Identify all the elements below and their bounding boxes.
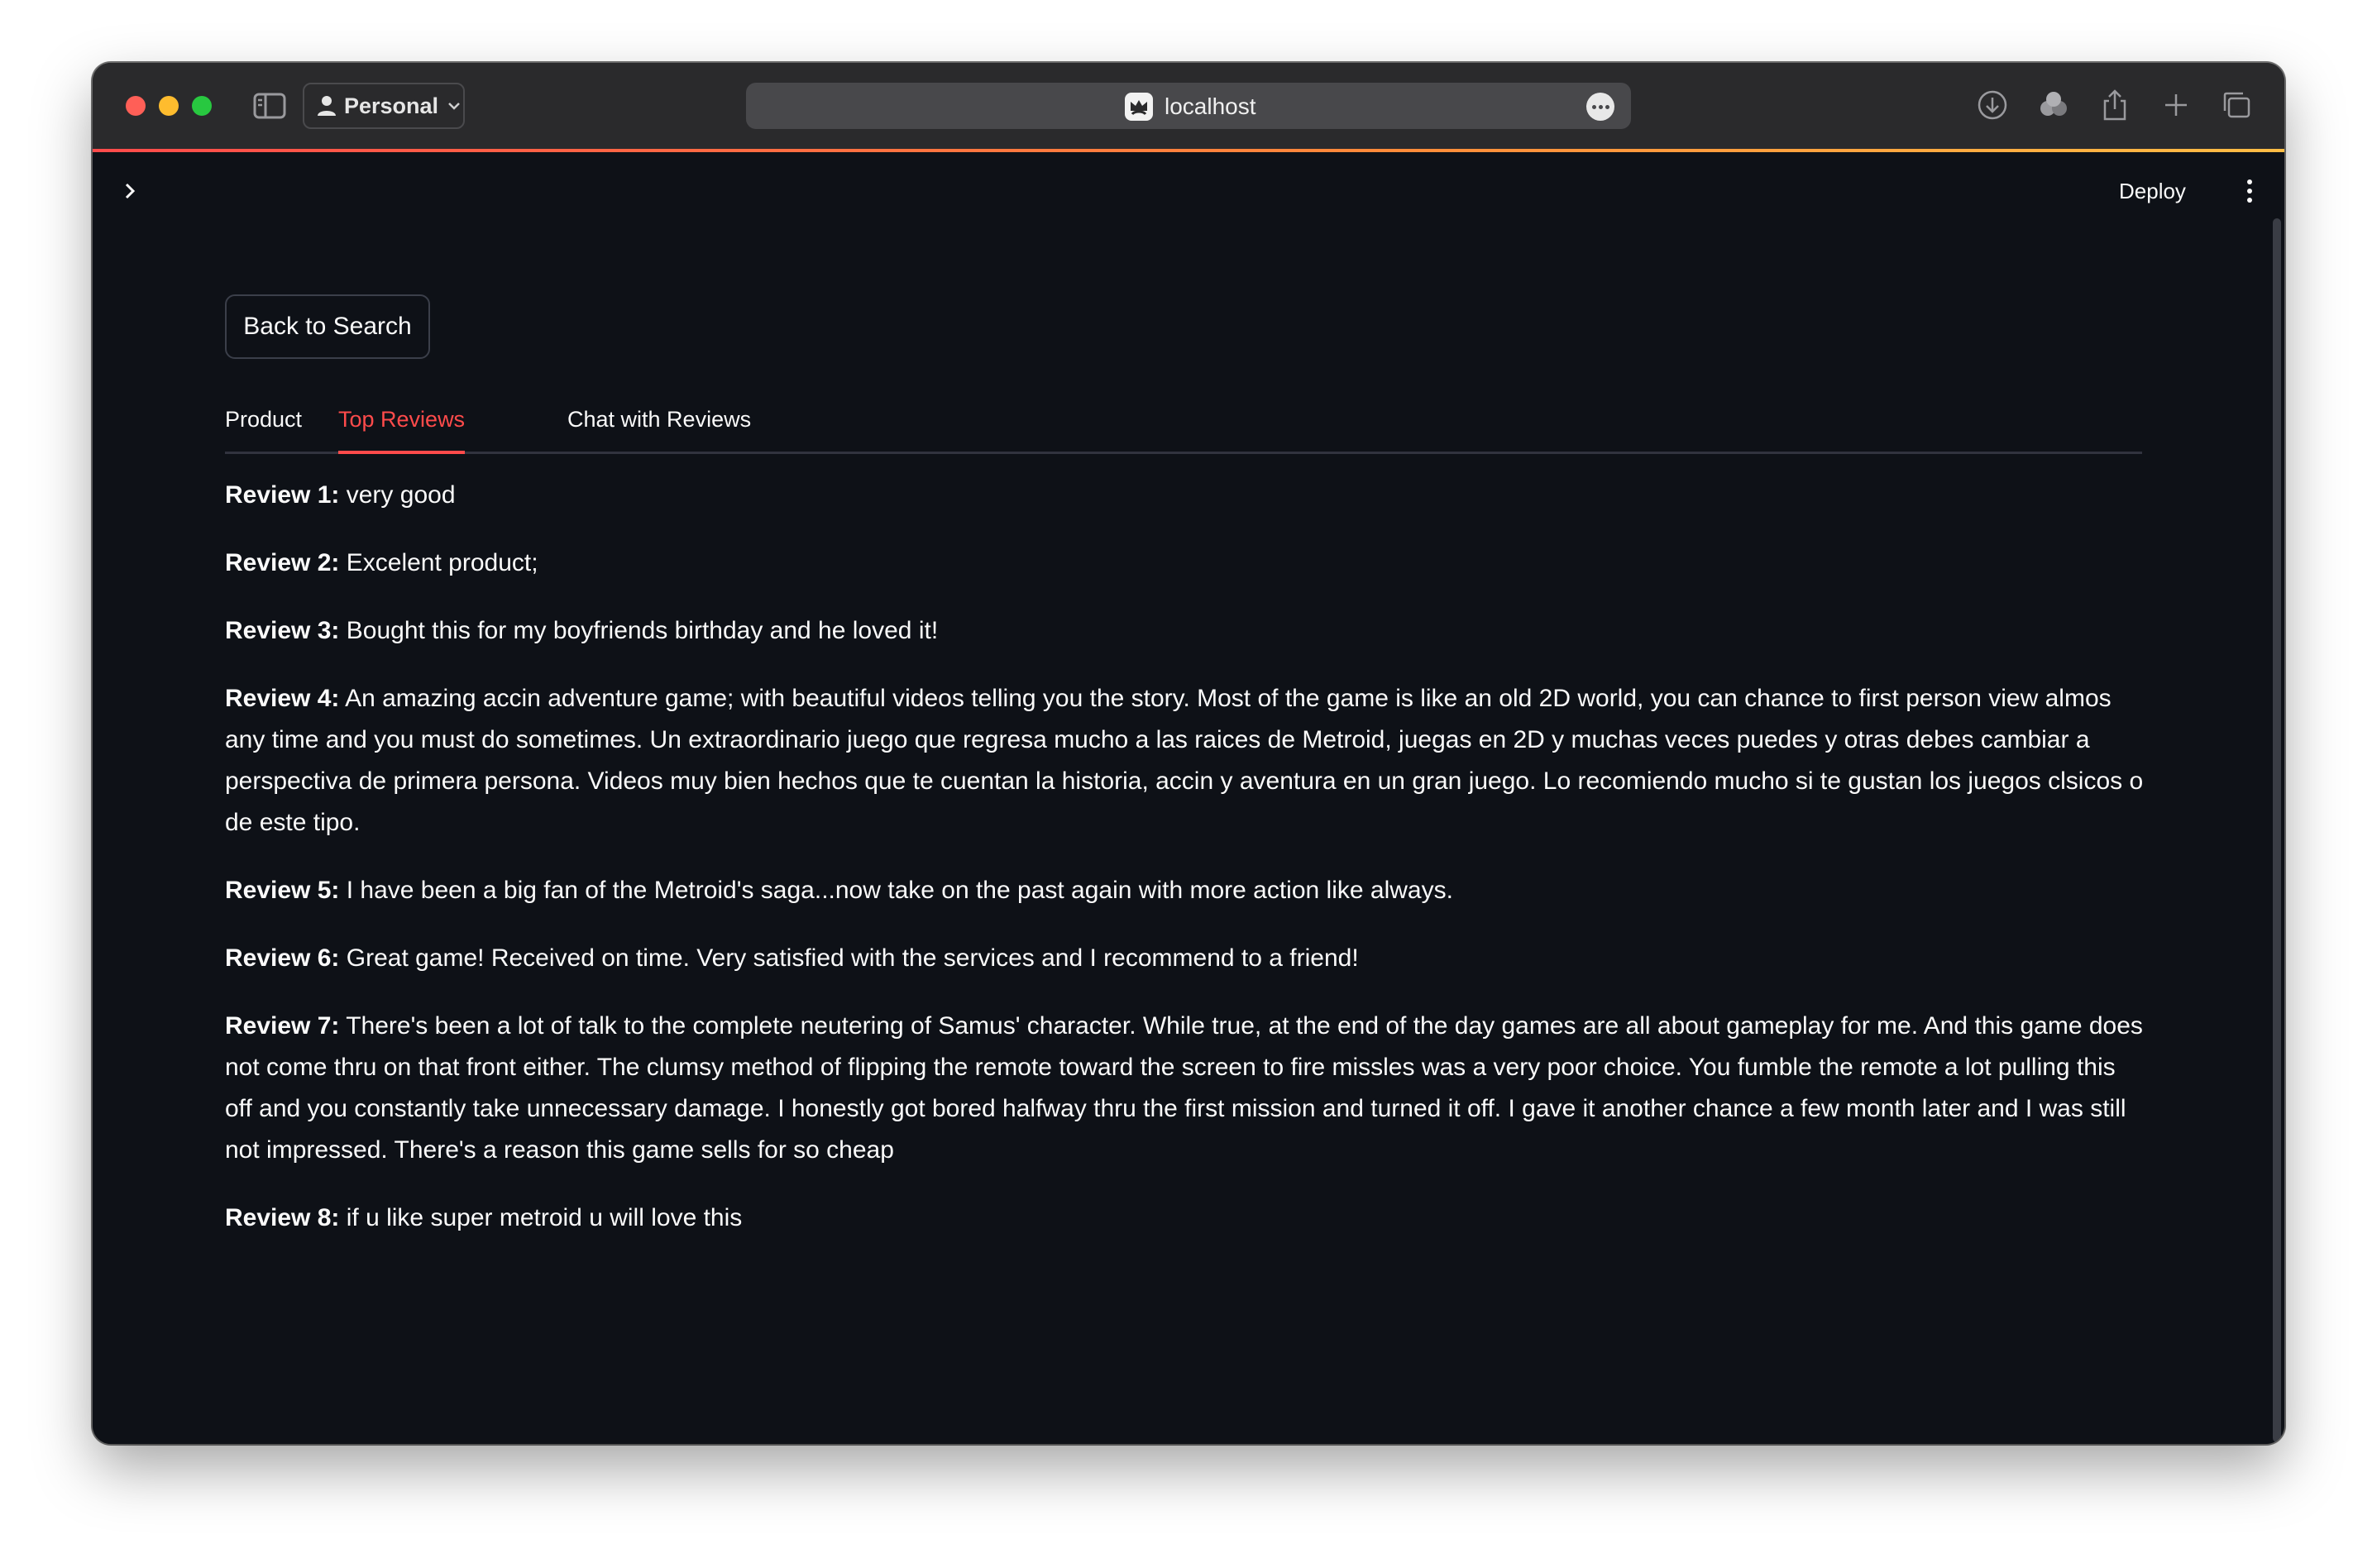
- list-item: Review 8: if u like super metroid u will…: [225, 1198, 2144, 1239]
- back-to-search-button[interactable]: Back to Search: [225, 294, 430, 359]
- download-icon[interactable]: [1975, 88, 2010, 122]
- list-item: Review 2: Excelent product;: [225, 543, 2144, 584]
- profile-button[interactable]: Personal: [303, 83, 465, 129]
- review-label: Review 1:: [225, 481, 340, 509]
- review-text: Excelent product;: [346, 549, 538, 576]
- list-item: Review 6: Great game! Received on time. …: [225, 938, 2144, 979]
- list-item: Review 7: There's been a lot of talk to …: [225, 1006, 2144, 1171]
- review-text: Great game! Received on time. Very satis…: [346, 944, 1359, 972]
- page-menu-icon[interactable]: [1586, 93, 1614, 121]
- tab-chat-with-reviews[interactable]: Chat with Reviews: [567, 400, 751, 452]
- scrollbar[interactable]: [2273, 218, 2281, 1442]
- share-icon[interactable]: [2097, 88, 2132, 122]
- review-label: Review 5:: [225, 877, 340, 904]
- review-text: if u like super metroid u will love this: [346, 1204, 743, 1231]
- extensions-icon[interactable]: [2036, 88, 2071, 122]
- chevron-right-icon[interactable]: [119, 179, 142, 203]
- review-text: Bought this for my boyfriends birthday a…: [346, 617, 939, 644]
- list-item: Review 3: Bought this for my boyfriends …: [225, 610, 2144, 652]
- main-menu-icon[interactable]: [2243, 177, 2256, 205]
- minimize-window-button[interactable]: [159, 96, 179, 116]
- review-label: Review 7:: [225, 1012, 340, 1040]
- chevron-down-icon: [448, 103, 460, 110]
- list-item: Review 1: very good: [225, 475, 2144, 516]
- review-text: An amazing accin adventure game; with be…: [225, 685, 2144, 836]
- deploy-button[interactable]: Deploy: [2119, 179, 2186, 204]
- tab-product[interactable]: Product: [225, 400, 302, 452]
- url-text: localhost: [1165, 93, 1256, 119]
- review-label: Review 8:: [225, 1204, 340, 1231]
- review-text: very good: [346, 481, 456, 509]
- tab-overview-icon[interactable]: [2220, 88, 2255, 122]
- person-icon: [318, 96, 336, 116]
- new-tab-icon[interactable]: [2159, 88, 2193, 122]
- browser-toolbar: Personal localhost: [93, 63, 2284, 149]
- address-bar[interactable]: localhost: [746, 83, 1631, 129]
- review-label: Review 3:: [225, 617, 340, 644]
- review-label: Review 2:: [225, 549, 340, 576]
- sidebar-toggle-icon[interactable]: [253, 91, 286, 121]
- app-main: Deploy Back to Search Product Top Review…: [93, 152, 2284, 1444]
- review-label: Review 4:: [225, 685, 340, 712]
- review-text: There's been a lot of talk to the comple…: [225, 1012, 2143, 1164]
- review-label: Review 6:: [225, 944, 340, 972]
- profile-label: Personal: [344, 93, 439, 118]
- list-item: Review 5: I have been a big fan of the M…: [225, 870, 2144, 911]
- tab-top-reviews[interactable]: Top Reviews: [338, 400, 466, 454]
- fullscreen-window-button[interactable]: [192, 96, 212, 116]
- reviews-list: Review 1: very good Review 2: Excelent p…: [225, 475, 2144, 1265]
- tab-bar: Product Top Reviews Chat with Reviews: [225, 400, 2142, 454]
- review-text: I have been a big fan of the Metroid's s…: [346, 877, 1453, 904]
- browser-window: Personal localhost Deploy Back to Search…: [93, 63, 2284, 1444]
- list-item: Review 4: An amazing accin adventure gam…: [225, 678, 2144, 844]
- site-favicon-icon: [1125, 93, 1153, 121]
- close-window-button[interactable]: [126, 96, 146, 116]
